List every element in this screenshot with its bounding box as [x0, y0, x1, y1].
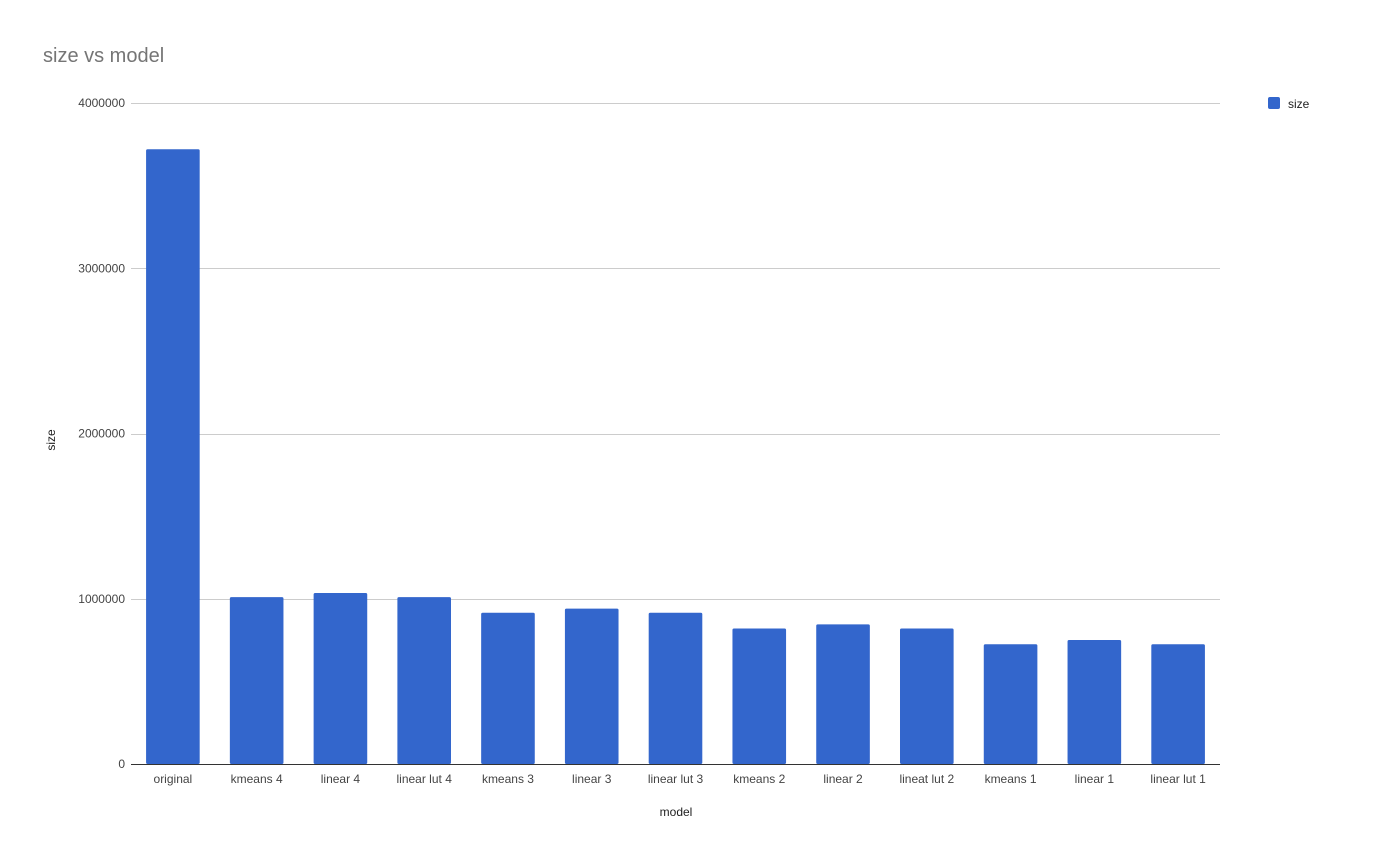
x-tick-label: linear 2: [823, 772, 863, 786]
x-tick-label: original: [154, 772, 193, 786]
bar-linear-3[interactable]: [564, 608, 619, 764]
bar-linear-1[interactable]: [1067, 640, 1122, 764]
x-tick-label: linear lut 1: [1150, 772, 1206, 786]
y-tick-label: 3000000: [78, 261, 125, 275]
bar-linear-lut-3[interactable]: [648, 612, 703, 764]
x-tick-label: linear 4: [321, 772, 361, 786]
y-tick-label: 0: [118, 757, 125, 771]
y-tick-label: 4000000: [78, 96, 125, 110]
bar-original[interactable]: [146, 149, 200, 764]
x-tick-label: kmeans 2: [733, 772, 785, 786]
bar-kmeans-3[interactable]: [481, 612, 535, 764]
bar-kmeans-4[interactable]: [229, 597, 284, 764]
y-tick-label: 2000000: [78, 427, 125, 441]
x-tick-label: kmeans 4: [231, 772, 283, 786]
y-tick-label: 1000000: [78, 592, 125, 606]
bar-linear-lut-1[interactable]: [1151, 644, 1205, 764]
legend[interactable]: size: [1268, 97, 1310, 111]
x-tick-label: linear 3: [572, 772, 612, 786]
chart: size vs model 0 1000000 2000000 3000000 4000…: [0, 0, 1394, 862]
x-axis-title: model: [660, 805, 693, 819]
legend-label-size: size: [1288, 97, 1310, 111]
bar-linear-4[interactable]: [313, 592, 368, 764]
bar-linear-2[interactable]: [816, 624, 870, 764]
bar-kmeans-2[interactable]: [732, 628, 787, 765]
legend-swatch-size: [1268, 97, 1280, 109]
chart-title: size vs model: [43, 45, 164, 67]
x-tick-label: linear lut 3: [648, 772, 704, 786]
bar-lineat-lut-2[interactable]: [900, 628, 954, 765]
x-tick-label: linear 1: [1075, 772, 1115, 786]
bar-kmeans-1[interactable]: [983, 644, 1038, 764]
x-tick-label: lineat lut 2: [899, 772, 954, 786]
y-axis-title: size: [44, 429, 58, 451]
x-tick-label: kmeans 3: [482, 772, 534, 786]
x-tick-label: linear lut 4: [397, 772, 453, 786]
bar-linear-lut-4[interactable]: [397, 597, 451, 764]
x-tick-label: kmeans 1: [985, 772, 1037, 786]
